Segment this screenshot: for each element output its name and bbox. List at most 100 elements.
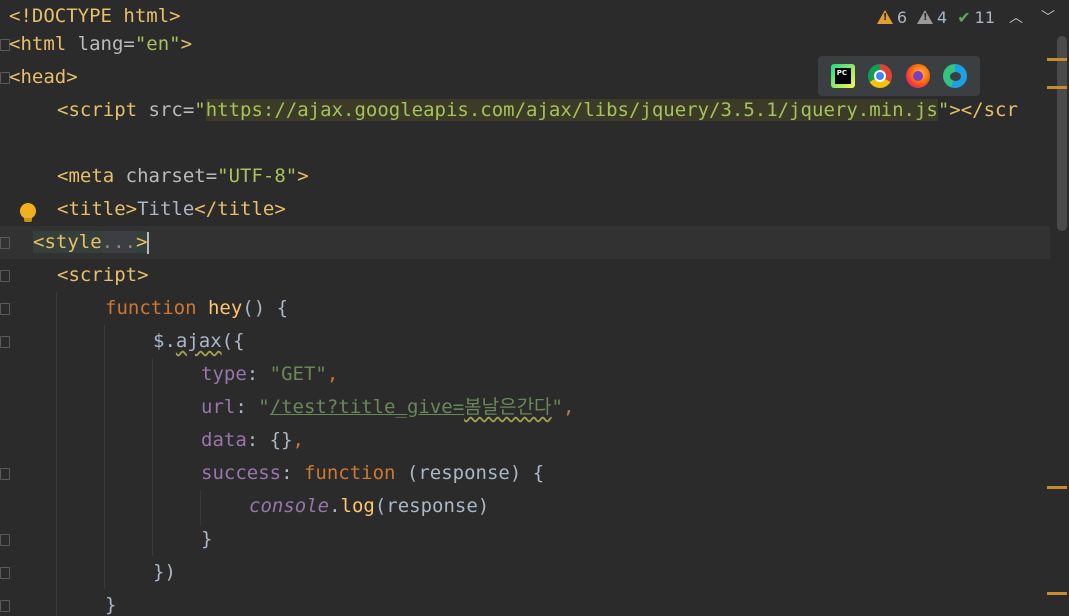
lightbulb-icon[interactable] — [20, 203, 36, 222]
title-line: <title>Title</title> — [57, 193, 286, 226]
browser-preview-bar: PC — [818, 56, 980, 96]
ajax-method: ajax — [175, 330, 222, 352]
code-line-19[interactable]: } — [0, 589, 1050, 616]
error-stripe-marker[interactable] — [1047, 86, 1067, 89]
function-keyword: function — [105, 297, 208, 319]
type-property: type: "GET", — [201, 358, 338, 391]
weak-warnings-count: 4 — [937, 7, 948, 27]
code-line-4[interactable]: <script src= "https://ajax.googleapis.com… — [0, 94, 1050, 127]
close-function: } — [105, 594, 117, 616]
jquery-url[interactable]: https://ajax.googleapis.com/ajax/libs/jq… — [205, 99, 938, 121]
html-open-tag: <html — [9, 33, 78, 55]
checkmark-icon: ✔ — [957, 7, 971, 27]
fold-toggle-icon[interactable] — [0, 600, 10, 612]
warnings-indicator[interactable]: 6 — [876, 7, 908, 27]
code-line-8[interactable]: <style...> — [0, 226, 1050, 259]
fold-toggle-icon[interactable] — [0, 567, 10, 579]
code-line-5[interactable] — [0, 127, 1050, 160]
inspection-status[interactable]: 6 4 ✔ 11 ︿ ﹀ — [876, 4, 1059, 30]
error-stripe-marker[interactable] — [1047, 486, 1067, 489]
folded-region[interactable]: ... — [101, 231, 136, 253]
close-brace: } — [201, 528, 213, 550]
ok-count: 11 — [974, 7, 995, 27]
fold-toggle-icon[interactable] — [0, 468, 10, 480]
url-key: url — [201, 396, 236, 418]
head-open-tag: <head> — [9, 66, 78, 88]
vertical-scrollbar[interactable] — [1057, 36, 1067, 231]
code-line-12[interactable]: type: "GET", — [0, 358, 1050, 391]
close-ajax: }) — [153, 561, 176, 583]
url-path[interactable]: /test?title_give= — [270, 396, 464, 418]
jquery-dollar: $. — [153, 330, 176, 352]
log-method: log — [340, 495, 375, 517]
error-stripe-marker[interactable] — [1047, 592, 1067, 595]
meta-line: <meta charset="UTF-8"> — [57, 160, 309, 193]
script-open-tag: <script> — [57, 264, 149, 286]
next-problem-button[interactable]: ﹀ — [1037, 7, 1059, 27]
lang-value: "en" — [134, 33, 181, 55]
comma: , — [292, 429, 304, 451]
edge-icon[interactable] — [943, 64, 968, 88]
src-attribute: src= — [148, 99, 195, 121]
error-stripe-marker[interactable] — [1047, 58, 1067, 61]
lang-attribute: lang= — [77, 33, 135, 55]
title-open-tag: <title> — [57, 198, 138, 220]
fold-toggle-icon[interactable] — [0, 534, 10, 546]
code-line-15[interactable]: success: function (response) { — [0, 457, 1050, 490]
code-line-17[interactable]: } — [0, 523, 1050, 556]
fold-toggle-icon[interactable] — [0, 303, 10, 315]
weak-warnings-indicator[interactable]: 4 — [917, 8, 947, 27]
url-korean-query: 봄날은간다 — [464, 396, 552, 418]
ajax-call: $.ajax({ — [153, 325, 245, 358]
html-close-bracket: > — [180, 33, 193, 55]
code-editor[interactable]: <!DOCTYPE html> <html lang="en"> <head> … — [0, 0, 1069, 616]
type-value: "GET" — [269, 363, 327, 385]
style-close-bracket: > — [135, 231, 148, 253]
fold-toggle-icon[interactable] — [0, 336, 10, 348]
warning-icon — [876, 10, 893, 24]
code-line-16[interactable]: console.log(response) — [0, 490, 1050, 523]
code-line-10[interactable]: function hey() { — [0, 292, 1050, 325]
code-line-6[interactable]: <meta charset="UTF-8"> — [0, 160, 1050, 193]
quote: " — [258, 396, 270, 418]
meta-close-bracket: > — [297, 165, 309, 187]
code-line-11[interactable]: $.ajax({ — [0, 325, 1050, 358]
style-open-tag: <style — [33, 231, 102, 253]
script-open-tag: <script — [57, 99, 149, 121]
quote: " — [937, 99, 950, 121]
pycharm-icon[interactable]: PC — [830, 64, 855, 88]
meta-open-tag: <meta — [57, 165, 126, 187]
url-property: url: "/test?title_give=봄날은간다", — [201, 391, 574, 424]
dot: . — [329, 495, 341, 517]
data-value: : {} — [246, 429, 293, 451]
script-src-line: <script src= "https://ajax.googleapis.com… — [57, 94, 1018, 127]
colon: : — [235, 396, 259, 418]
fold-toggle-icon[interactable] — [0, 237, 10, 249]
function-keyword: function — [303, 462, 407, 484]
code-line-18[interactable]: }) — [0, 556, 1050, 589]
type-key: type — [201, 363, 247, 385]
ok-indicator[interactable]: ✔ 11 — [957, 8, 995, 27]
warnings-count: 6 — [896, 7, 908, 27]
charset-value: "UTF-8" — [217, 165, 298, 187]
text-caret — [147, 231, 150, 254]
function-params: () { — [242, 297, 289, 319]
callback-params: (response) { — [406, 462, 545, 484]
data-property: data: {}, — [201, 424, 304, 457]
script-close-tag: ></scr — [949, 99, 1018, 121]
success-key: success — [201, 462, 282, 484]
data-key: data — [201, 429, 247, 451]
code-line-7[interactable]: <title>Title</title> — [0, 193, 1050, 226]
fold-toggle-icon[interactable] — [0, 270, 10, 282]
code-line-9[interactable]: <script> — [0, 259, 1050, 292]
chrome-icon[interactable] — [868, 64, 893, 88]
code-line-14[interactable]: data: {}, — [0, 424, 1050, 457]
style-folded-line: <style...> — [33, 226, 150, 259]
success-property: success: function (response) { — [201, 457, 544, 490]
code-line-13[interactable]: url: "/test?title_give=봄날은간다", — [0, 391, 1050, 424]
comma: , — [563, 396, 575, 418]
previous-problem-button[interactable]: ︿ — [1005, 7, 1027, 27]
charset-attribute: charset= — [125, 165, 218, 187]
firefox-icon[interactable] — [905, 64, 930, 88]
log-args: (response) — [374, 495, 490, 517]
